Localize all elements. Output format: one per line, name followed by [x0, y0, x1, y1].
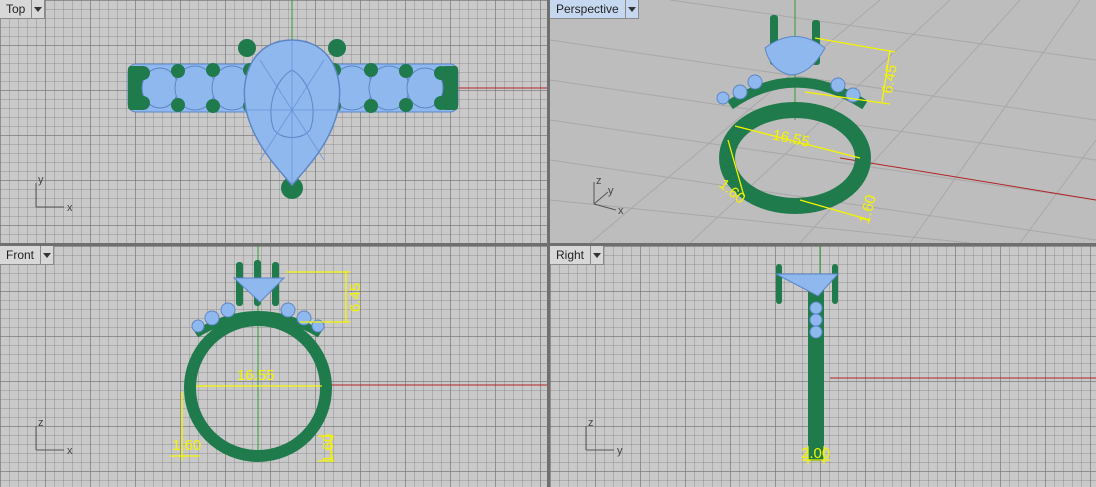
axis-label-z: z [38, 417, 44, 429]
right-scene: 2.00 z y [585, 246, 1096, 464]
dim-shank-width: 1.60 [172, 437, 201, 454]
axis-label-z: z [596, 175, 602, 187]
viewport-tab-perspective[interactable]: Perspective [550, 0, 639, 19]
viewport-label: Top [6, 2, 26, 16]
dim-stone-height: 6.45 [879, 63, 901, 95]
viewport-right[interactable]: Right 2.00 z y [550, 246, 1096, 487]
dim-band-width: 2.00 [801, 445, 830, 462]
axis-gizmo-right: z y [585, 417, 623, 457]
viewport-label: Perspective [556, 2, 619, 16]
ring-right [775, 264, 840, 461]
axis-gizmo-top: y x [35, 174, 73, 214]
dim-shank-thickness: 1.60 [856, 193, 880, 226]
axis-gizmo-perspective: z y x [593, 175, 624, 217]
viewport-label: Front [6, 248, 35, 262]
axis-label-x: x [618, 205, 624, 217]
dim-stone-height: 6.45 [347, 283, 364, 312]
dropdown-arrow-icon[interactable] [40, 246, 53, 264]
pear-stone-top [243, 39, 341, 187]
viewport-tab-right[interactable]: Right [550, 246, 605, 265]
viewport-perspective[interactable]: Perspective 6.45 16.55 1.60 1.60 z y x [550, 0, 1096, 243]
dim-inner-diameter: 16.55 [237, 367, 275, 384]
axis-label-y: y [617, 445, 623, 457]
viewport-tab-top[interactable]: Top [0, 0, 46, 19]
dropdown-arrow-icon[interactable] [624, 0, 638, 18]
dim-shank-thickness: 1.60 [320, 434, 337, 463]
perspective-scene: 6.45 16.55 1.60 1.60 z y x [550, 0, 1096, 243]
axis-label-x: x [67, 202, 73, 214]
dim-inner-diameter: 16.55 [771, 126, 811, 150]
top-scene: y x [35, 0, 547, 214]
dropdown-arrow-icon[interactable] [31, 0, 44, 18]
viewport-top[interactable]: Top y x [0, 0, 547, 243]
dropdown-arrow-icon[interactable] [590, 246, 603, 264]
axis-gizmo-front: z x [35, 417, 73, 457]
axis-label-x: x [67, 445, 73, 457]
axis-label-z: z [588, 417, 594, 429]
viewport-label: Right [556, 248, 585, 262]
front-scene: 6.45 16.55 1.60 1.60 z x [35, 246, 547, 463]
viewport-tab-front[interactable]: Front [0, 246, 55, 265]
axis-label-y: y [608, 185, 614, 197]
axis-label-y: y [38, 174, 44, 186]
viewport-front[interactable]: Front 6.45 16.55 1.60 1.60 z x [0, 246, 547, 487]
